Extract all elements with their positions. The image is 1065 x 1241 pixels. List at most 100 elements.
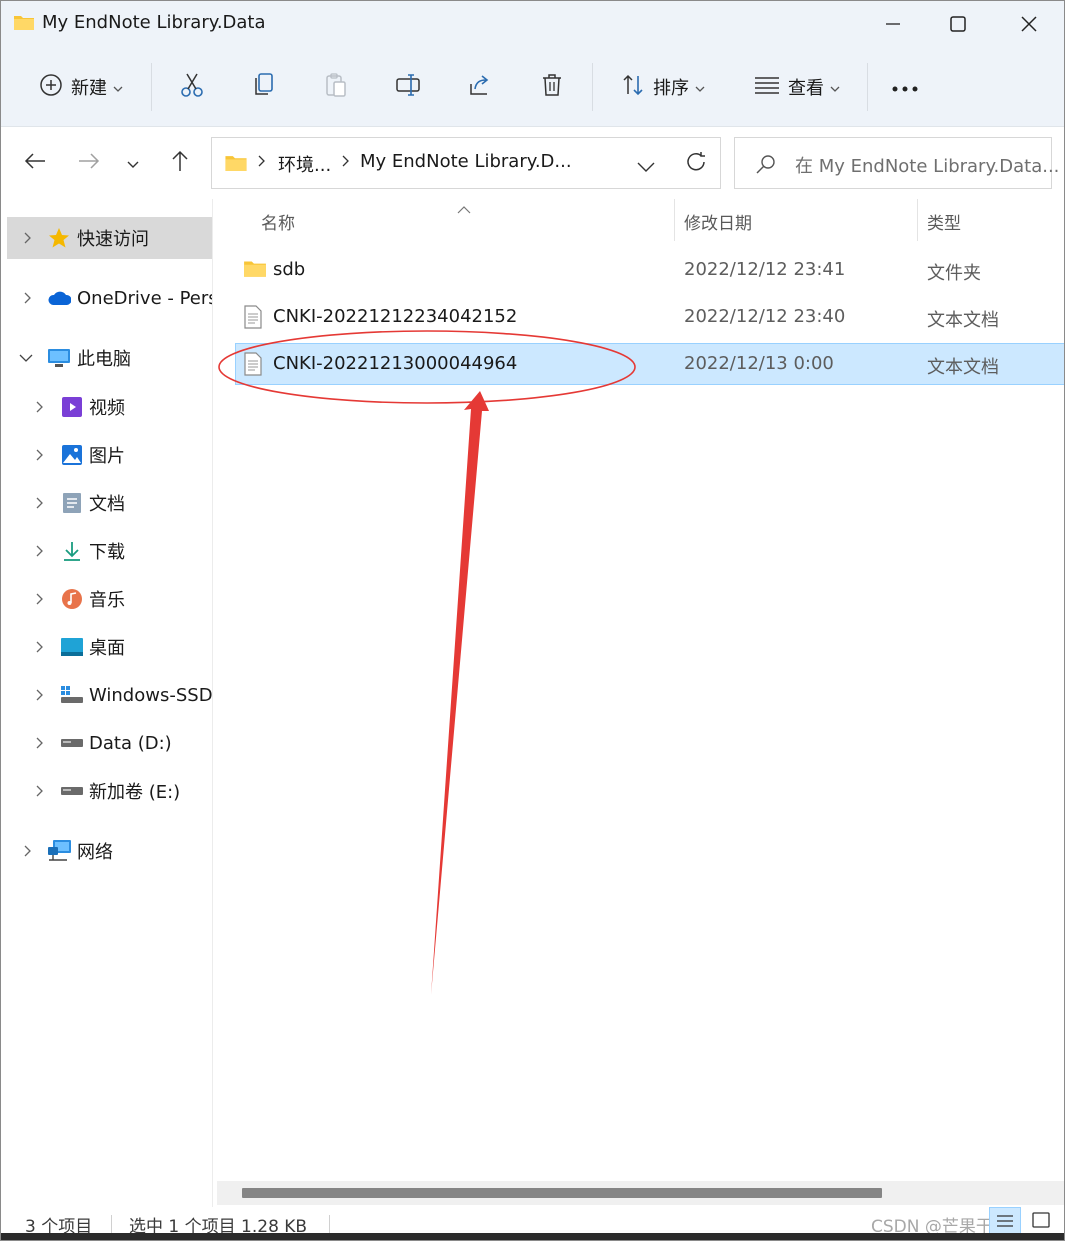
breadcrumb-item[interactable]: My EndNote Library.D... (360, 151, 572, 172)
file-row-sdb[interactable]: sdb 2022/12/12 23:41 文件夹 (235, 249, 1064, 291)
column-divider[interactable] (917, 199, 918, 241)
new-button[interactable]: 新建 (31, 67, 131, 107)
sidebar-item-new-volume[interactable]: 新加卷 (E:) (7, 770, 213, 812)
address-dropdown-icon[interactable] (637, 158, 655, 177)
recent-locations-button[interactable] (115, 145, 151, 181)
text-file-icon (243, 352, 267, 376)
chevron-right-icon[interactable] (21, 844, 35, 858)
column-header-name[interactable]: 名称 (261, 209, 295, 234)
chevron-right-icon[interactable] (33, 736, 47, 750)
breadcrumb-item[interactable]: 环境... (278, 151, 331, 177)
taskbar-edge (1, 1233, 1064, 1240)
column-header-date[interactable]: 修改日期 (684, 209, 752, 234)
minimize-button[interactable] (858, 1, 928, 47)
chevron-right-icon[interactable] (33, 496, 47, 510)
sidebar-item-label: 新加卷 (E:) (89, 782, 181, 803)
thumbnail-view-icon (1032, 1212, 1050, 1232)
sidebar-item-label: 桌面 (89, 638, 125, 659)
chevron-right-icon[interactable] (21, 231, 35, 245)
chevron-right-icon[interactable] (33, 784, 47, 798)
star-icon (47, 226, 71, 250)
chevron-right-icon[interactable] (33, 400, 47, 414)
file-date: 2022/12/12 23:40 (684, 306, 846, 327)
file-list: 名称 修改日期 类型 sdb 2022/12/12 23:41 文件夹 CNKI… (213, 199, 1064, 1181)
chevron-right-icon[interactable] (33, 592, 47, 606)
horizontal-scrollbar[interactable] (217, 1181, 1064, 1205)
sidebar-item-music[interactable]: 音乐 (7, 578, 213, 620)
text-file-icon (243, 305, 267, 329)
file-row-cnki-2[interactable]: CNKI-20221213000044964 2022/12/13 0:00 文… (235, 343, 1064, 385)
up-button[interactable] (162, 145, 198, 181)
paste-icon (324, 72, 348, 102)
refresh-icon[interactable] (685, 151, 707, 177)
toolbar-divider (151, 63, 152, 111)
maximize-button[interactable] (923, 1, 993, 47)
address-bar[interactable]: 环境... My EndNote Library.D... (211, 137, 721, 189)
back-button[interactable] (17, 145, 53, 181)
command-bar: 新建 排序 查看 (1, 47, 1064, 127)
sidebar-item-network[interactable]: 网络 (7, 830, 213, 872)
navigation-bar: 环境... My EndNote Library.D... 在 My EndNo… (1, 127, 1064, 199)
more-button[interactable] (885, 67, 925, 107)
navigation-pane: 快速访问 OneDrive - Pers 此电脑 视频 图片 文档 下载 音乐 … (1, 199, 213, 1211)
view-icon (754, 75, 780, 99)
cut-icon (179, 72, 205, 102)
paste-button[interactable] (317, 67, 355, 107)
file-explorer-window: My EndNote Library.Data 新建 排序 查看 环境... M… (0, 0, 1065, 1241)
plus-circle-icon (39, 73, 63, 101)
chevron-right-icon[interactable] (21, 291, 35, 305)
chevron-down-icon (695, 78, 705, 97)
sort-button[interactable]: 排序 (613, 67, 713, 107)
chevron-right-icon[interactable] (33, 688, 47, 702)
sidebar-item-onedrive[interactable]: OneDrive - Pers (7, 277, 213, 319)
forward-button[interactable] (71, 145, 107, 181)
folder-icon (243, 258, 267, 282)
breadcrumb-separator-icon (258, 152, 266, 173)
column-divider[interactable] (674, 199, 675, 241)
chevron-right-icon[interactable] (33, 448, 47, 462)
sort-icon (621, 73, 645, 101)
file-date: 2022/12/12 23:41 (684, 259, 846, 280)
sidebar-item-quick-access[interactable]: 快速访问 (7, 217, 213, 259)
chevron-down-icon (830, 78, 840, 97)
column-header-type[interactable]: 类型 (927, 209, 961, 234)
share-button[interactable] (461, 67, 499, 107)
search-icon (755, 153, 777, 179)
sidebar-item-this-pc[interactable]: 此电脑 (7, 337, 213, 379)
cloud-icon (47, 286, 71, 310)
sidebar-item-desktop[interactable]: 桌面 (7, 626, 213, 668)
breadcrumb-separator-icon (342, 152, 350, 173)
close-button[interactable] (994, 1, 1064, 47)
arrow-up-icon (171, 150, 189, 176)
file-type: 文本文档 (927, 357, 999, 378)
file-row-cnki-1[interactable]: CNKI-20221212234042152 2022/12/12 23:40 … (235, 296, 1064, 338)
search-input[interactable]: 在 My EndNote Library.Data... (734, 137, 1059, 189)
sidebar-item-documents[interactable]: 文档 (7, 482, 213, 524)
share-icon (467, 72, 493, 102)
chevron-right-icon[interactable] (33, 640, 47, 654)
sidebar-item-pictures[interactable]: 图片 (7, 434, 213, 476)
sidebar-item-downloads[interactable]: 下载 (7, 530, 213, 572)
sidebar-item-label: Windows-SSD (89, 684, 213, 706)
details-view-icon (996, 1213, 1014, 1232)
copy-button[interactable] (245, 67, 283, 107)
file-name: CNKI-20221213000044964 (273, 353, 518, 374)
delete-button[interactable] (533, 67, 571, 107)
sidebar-item-label: 下载 (89, 542, 125, 563)
monitor-icon (47, 346, 71, 370)
scrollbar-thumb[interactable] (242, 1188, 882, 1198)
folder-icon (13, 13, 35, 35)
cut-button[interactable] (173, 67, 211, 107)
chevron-right-icon[interactable] (33, 544, 47, 558)
rename-button[interactable] (389, 67, 427, 107)
title-bar: My EndNote Library.Data (1, 1, 1064, 47)
drive-icon (60, 683, 84, 707)
file-date: 2022/12/13 0:00 (684, 353, 834, 374)
sidebar-item-windows-ssd[interactable]: Windows-SSD (7, 674, 213, 716)
view-button[interactable]: 查看 (747, 67, 847, 107)
file-name: sdb (273, 259, 306, 280)
chevron-down-icon[interactable] (19, 351, 33, 365)
sidebar-item-data-drive[interactable]: Data (D:) (7, 722, 213, 764)
sidebar-item-videos[interactable]: 视频 (7, 386, 213, 428)
picture-icon (60, 443, 84, 467)
